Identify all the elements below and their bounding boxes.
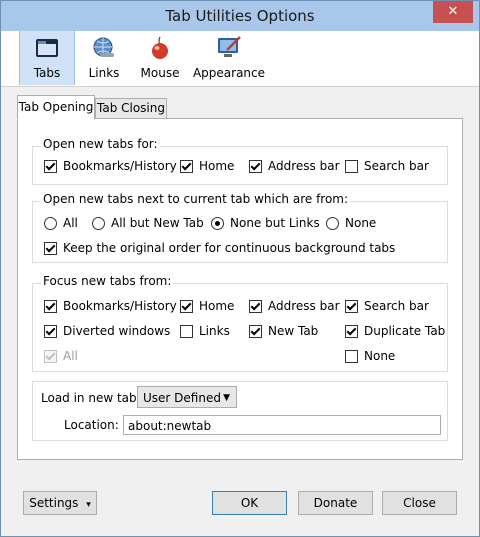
focus-new-tabs-label: Focus new tabs from: <box>41 274 174 288</box>
checkbox-label: Home <box>199 159 235 173</box>
chevron-down-icon: ▾ <box>86 500 91 510</box>
checkbox-box <box>44 299 57 313</box>
radio-circle <box>326 216 339 230</box>
open-home-checkbox[interactable]: Home <box>180 159 234 173</box>
radio-all[interactable]: All <box>44 216 78 230</box>
window-title: Tab Utilities Options <box>165 7 315 25</box>
checkbox-box <box>44 159 57 173</box>
focus-bookmarks-checkbox[interactable]: Bookmarks/History <box>44 299 177 313</box>
checkbox-label: None <box>364 349 396 363</box>
radio-circle <box>44 216 57 230</box>
checkbox-label: New Tab <box>268 324 319 338</box>
load-in-new-tab-select[interactable]: User Defined ▼ <box>137 386 237 408</box>
checkbox-label: Links <box>199 324 230 338</box>
checkbox-box <box>180 324 193 338</box>
ok-button[interactable]: OK <box>212 491 287 515</box>
settings-button-label: Settings <box>29 496 79 510</box>
open-next-to-label: Open new tabs next to current tab which … <box>41 192 351 206</box>
chevron-down-icon: ▼ <box>223 393 230 403</box>
checkbox-label: All <box>63 349 78 363</box>
checkbox-box <box>345 349 358 363</box>
checkbox-label: Search bar <box>364 299 429 313</box>
checkbox-box <box>249 299 262 313</box>
options-window: Tab Utilities Options ✕ Tabs Links Mouse… <box>0 0 480 537</box>
checkbox-box <box>249 324 262 338</box>
focus-address-bar-checkbox[interactable]: Address bar <box>249 299 340 313</box>
window-tabs-icon <box>36 39 58 57</box>
radio-circle <box>211 216 224 230</box>
radio-label: None but Links <box>230 216 320 230</box>
toolbar-mouse-button[interactable]: Mouse <box>135 31 185 85</box>
checkbox-label: Keep the original order for continuous b… <box>63 241 396 255</box>
toolbar-appearance-label: Appearance <box>192 66 266 80</box>
radio-all-but-new-tab[interactable]: All but New Tab <box>92 216 204 230</box>
checkbox-box <box>44 241 57 255</box>
keep-order-checkbox[interactable]: Keep the original order for continuous b… <box>44 241 395 255</box>
location-input[interactable]: about:newtab <box>123 415 441 435</box>
globe-link-icon <box>93 37 114 57</box>
focus-new-tab-checkbox[interactable]: New Tab <box>249 324 318 338</box>
checkbox-box <box>345 324 358 338</box>
open-new-tabs-label: Open new tabs for: <box>41 137 160 151</box>
load-in-new-tab-label: Load in new tab: <box>41 391 141 405</box>
radio-none-but-links[interactable]: None but Links <box>211 216 320 230</box>
checkbox-label: Home <box>199 299 235 313</box>
location-label: Location: <box>64 418 119 432</box>
focus-links-checkbox[interactable]: Links <box>180 324 230 338</box>
donate-button[interactable]: Donate <box>298 491 373 515</box>
checkbox-label: Bookmarks/History <box>63 299 177 313</box>
close-button[interactable]: Close <box>382 491 457 515</box>
settings-button[interactable]: Settings ▾ <box>23 491 97 515</box>
tab-opening-panel: Open new tabs for: Bookmarks/History Hom… <box>17 118 463 460</box>
toolbar-tabs-label: Tabs <box>33 66 61 80</box>
focus-diverted-windows-checkbox[interactable]: Diverted windows <box>44 324 170 338</box>
open-search-bar-checkbox[interactable]: Search bar <box>345 159 429 173</box>
checkbox-label: Bookmarks/History <box>63 159 177 173</box>
category-toolbar: Tabs Links Mouse Appearance <box>1 31 479 87</box>
tab-closing[interactable]: Tab Closing <box>95 98 167 119</box>
checkbox-label: Duplicate Tab <box>364 324 446 338</box>
focus-duplicate-tab-checkbox[interactable]: Duplicate Tab <box>345 324 445 338</box>
checkbox-box <box>180 299 193 313</box>
checkbox-label: Address bar <box>268 299 340 313</box>
checkbox-box <box>44 349 57 363</box>
checkbox-box <box>180 159 193 173</box>
select-value: User Defined <box>143 391 221 405</box>
toolbar-tabs-button[interactable]: Tabs <box>19 31 75 85</box>
focus-search-bar-checkbox[interactable]: Search bar <box>345 299 429 313</box>
toolbar-mouse-label: Mouse <box>140 66 180 80</box>
checkbox-label: Search bar <box>364 159 429 173</box>
toolbar-links-label: Links <box>88 66 120 80</box>
checkbox-box <box>345 159 358 173</box>
title-bar: Tab Utilities Options ✕ <box>1 1 479 31</box>
mouse-icon <box>152 36 168 59</box>
toolbar-appearance-button[interactable]: Appearance <box>191 31 267 85</box>
radio-label: All <box>63 216 78 230</box>
checkbox-label: Address bar <box>268 159 340 173</box>
checkbox-box <box>44 324 57 338</box>
toolbar-links-button[interactable]: Links <box>79 31 129 85</box>
focus-none-checkbox[interactable]: None <box>345 349 395 363</box>
open-bookmarks-checkbox[interactable]: Bookmarks/History <box>44 159 177 173</box>
focus-home-checkbox[interactable]: Home <box>180 299 234 313</box>
checkbox-label: Diverted windows <box>63 324 171 338</box>
open-address-bar-checkbox[interactable]: Address bar <box>249 159 340 173</box>
focus-all-checkbox: All <box>44 349 78 363</box>
paint-monitor-icon <box>218 36 241 57</box>
tab-opening[interactable]: Tab Opening <box>17 95 95 120</box>
radio-label: None <box>345 216 377 230</box>
radio-circle <box>92 216 105 230</box>
window-close-button[interactable]: ✕ <box>433 1 473 23</box>
checkbox-box <box>249 159 262 173</box>
radio-none[interactable]: None <box>326 216 376 230</box>
radio-label: All but New Tab <box>111 216 204 230</box>
checkbox-box <box>345 299 358 313</box>
